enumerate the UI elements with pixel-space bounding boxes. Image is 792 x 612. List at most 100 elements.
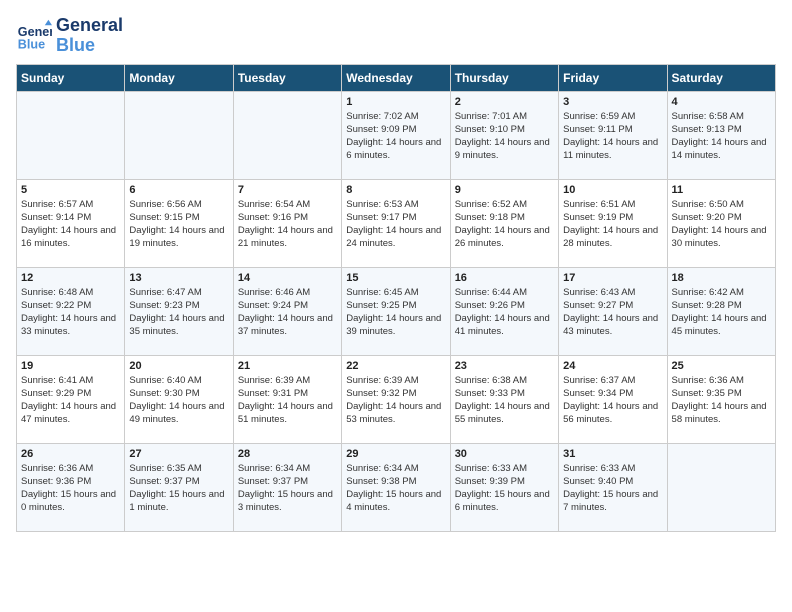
calendar-day-29: 29 Sunrise: 6:34 AM Sunset: 9:38 PM Dayli… xyxy=(342,443,450,531)
day-info: Sunrise: 6:36 AM Sunset: 9:35 PM Dayligh… xyxy=(672,374,771,427)
day-info: Sunrise: 6:48 AM Sunset: 9:22 PM Dayligh… xyxy=(21,286,120,339)
day-info: Sunrise: 6:59 AM Sunset: 9:11 PM Dayligh… xyxy=(563,110,662,163)
day-number: 4 xyxy=(672,96,771,108)
weekday-header-saturday: Saturday xyxy=(667,64,775,91)
day-info: Sunrise: 6:46 AM Sunset: 9:24 PM Dayligh… xyxy=(238,286,337,339)
day-number: 6 xyxy=(129,184,228,196)
day-number: 2 xyxy=(455,96,554,108)
empty-day-cell xyxy=(17,91,125,179)
calendar-day-13: 13 Sunrise: 6:47 AM Sunset: 9:23 PM Dayli… xyxy=(125,267,233,355)
calendar-day-28: 28 Sunrise: 6:34 AM Sunset: 9:37 PM Dayli… xyxy=(233,443,341,531)
day-number: 7 xyxy=(238,184,337,196)
day-number: 14 xyxy=(238,272,337,284)
weekday-header-friday: Friday xyxy=(559,64,667,91)
day-number: 9 xyxy=(455,184,554,196)
day-info: Sunrise: 6:43 AM Sunset: 9:27 PM Dayligh… xyxy=(563,286,662,339)
day-number: 10 xyxy=(563,184,662,196)
day-number: 16 xyxy=(455,272,554,284)
day-number: 24 xyxy=(563,360,662,372)
calendar-day-9: 9 Sunrise: 6:52 AM Sunset: 9:18 PM Daylig… xyxy=(450,179,558,267)
calendar-day-16: 16 Sunrise: 6:44 AM Sunset: 9:26 PM Dayli… xyxy=(450,267,558,355)
day-info: Sunrise: 6:52 AM Sunset: 9:18 PM Dayligh… xyxy=(455,198,554,251)
day-number: 11 xyxy=(672,184,771,196)
day-info: Sunrise: 6:56 AM Sunset: 9:15 PM Dayligh… xyxy=(129,198,228,251)
calendar-day-20: 20 Sunrise: 6:40 AM Sunset: 9:30 PM Dayli… xyxy=(125,355,233,443)
day-number: 27 xyxy=(129,448,228,460)
day-info: Sunrise: 6:34 AM Sunset: 9:37 PM Dayligh… xyxy=(238,462,337,515)
day-number: 13 xyxy=(129,272,228,284)
calendar-day-22: 22Sunrise: 6:39 AM Sunset: 9:32 PM Dayli… xyxy=(342,355,450,443)
calendar-day-27: 27Sunrise: 6:35 AM Sunset: 9:37 PM Dayli… xyxy=(125,443,233,531)
day-info: Sunrise: 6:34 AM Sunset: 9:38 PM Dayligh… xyxy=(346,462,445,515)
day-number: 15 xyxy=(346,272,445,284)
calendar-week-row: 19 Sunrise: 6:41 AM Sunset: 9:29 PM Dayli… xyxy=(17,355,776,443)
day-number: 28 xyxy=(238,448,337,460)
calendar-week-row: 26Sunrise: 6:36 AM Sunset: 9:36 PM Dayli… xyxy=(17,443,776,531)
day-number: 26 xyxy=(21,448,120,460)
calendar-day-5: 5 Sunrise: 6:57 AM Sunset: 9:14 PM Daylig… xyxy=(17,179,125,267)
calendar-day-21: 21 Sunrise: 6:39 AM Sunset: 9:31 PM Dayli… xyxy=(233,355,341,443)
day-number: 21 xyxy=(238,360,337,372)
day-info: Sunrise: 6:54 AM Sunset: 9:16 PM Dayligh… xyxy=(238,198,337,251)
day-info: Sunrise: 6:33 AM Sunset: 9:39 PM Dayligh… xyxy=(455,462,554,515)
day-info: Sunrise: 6:37 AM Sunset: 9:34 PM Dayligh… xyxy=(563,374,662,427)
calendar-day-30: 30 Sunrise: 6:33 AM Sunset: 9:39 PM Dayli… xyxy=(450,443,558,531)
day-number: 25 xyxy=(672,360,771,372)
day-number: 23 xyxy=(455,360,554,372)
svg-text:Blue: Blue xyxy=(18,37,45,51)
calendar-table: SundayMondayTuesdayWednesdayThursdayFrid… xyxy=(16,64,776,532)
calendar-day-14: 14 Sunrise: 6:46 AM Sunset: 9:24 PM Dayli… xyxy=(233,267,341,355)
page-header: General Blue GeneralBlue xyxy=(16,16,776,56)
day-info: Sunrise: 6:53 AM Sunset: 9:17 PM Dayligh… xyxy=(346,198,445,251)
day-info: Sunrise: 6:50 AM Sunset: 9:20 PM Dayligh… xyxy=(672,198,771,251)
day-number: 18 xyxy=(672,272,771,284)
day-info: Sunrise: 7:01 AM Sunset: 9:10 PM Dayligh… xyxy=(455,110,554,163)
day-number: 5 xyxy=(21,184,120,196)
day-number: 20 xyxy=(129,360,228,372)
day-info: Sunrise: 7:02 AM Sunset: 9:09 PM Dayligh… xyxy=(346,110,445,163)
day-info: Sunrise: 6:57 AM Sunset: 9:14 PM Dayligh… xyxy=(21,198,120,251)
day-info: Sunrise: 6:33 AM Sunset: 9:40 PM Dayligh… xyxy=(563,462,662,515)
calendar-day-1: 1Sunrise: 7:02 AM Sunset: 9:09 PM Daylig… xyxy=(342,91,450,179)
day-info: Sunrise: 6:47 AM Sunset: 9:23 PM Dayligh… xyxy=(129,286,228,339)
calendar-day-12: 12 Sunrise: 6:48 AM Sunset: 9:22 PM Dayli… xyxy=(17,267,125,355)
calendar-day-19: 19 Sunrise: 6:41 AM Sunset: 9:29 PM Dayli… xyxy=(17,355,125,443)
day-info: Sunrise: 6:40 AM Sunset: 9:30 PM Dayligh… xyxy=(129,374,228,427)
calendar-week-row: 5 Sunrise: 6:57 AM Sunset: 9:14 PM Daylig… xyxy=(17,179,776,267)
day-info: Sunrise: 6:41 AM Sunset: 9:29 PM Dayligh… xyxy=(21,374,120,427)
day-number: 12 xyxy=(21,272,120,284)
day-number: 17 xyxy=(563,272,662,284)
day-number: 29 xyxy=(346,448,445,460)
calendar-day-17: 17 Sunrise: 6:43 AM Sunset: 9:27 PM Dayli… xyxy=(559,267,667,355)
calendar-day-25: 25 Sunrise: 6:36 AM Sunset: 9:35 PM Dayli… xyxy=(667,355,775,443)
day-number: 8 xyxy=(346,184,445,196)
weekday-header-monday: Monday xyxy=(125,64,233,91)
calendar-week-row: 1Sunrise: 7:02 AM Sunset: 9:09 PM Daylig… xyxy=(17,91,776,179)
calendar-day-7: 7 Sunrise: 6:54 AM Sunset: 9:16 PM Daylig… xyxy=(233,179,341,267)
day-info: Sunrise: 6:39 AM Sunset: 9:31 PM Dayligh… xyxy=(238,374,337,427)
calendar-day-23: 23 Sunrise: 6:38 AM Sunset: 9:33 PM Dayli… xyxy=(450,355,558,443)
calendar-day-10: 10Sunrise: 6:51 AM Sunset: 9:19 PM Dayli… xyxy=(559,179,667,267)
logo: General Blue GeneralBlue xyxy=(16,16,123,56)
calendar-day-6: 6 Sunrise: 6:56 AM Sunset: 9:15 PM Daylig… xyxy=(125,179,233,267)
day-info: Sunrise: 6:44 AM Sunset: 9:26 PM Dayligh… xyxy=(455,286,554,339)
weekday-header-wednesday: Wednesday xyxy=(342,64,450,91)
day-info: Sunrise: 6:38 AM Sunset: 9:33 PM Dayligh… xyxy=(455,374,554,427)
weekday-header-thursday: Thursday xyxy=(450,64,558,91)
day-info: Sunrise: 6:58 AM Sunset: 9:13 PM Dayligh… xyxy=(672,110,771,163)
day-info: Sunrise: 6:42 AM Sunset: 9:28 PM Dayligh… xyxy=(672,286,771,339)
day-number: 30 xyxy=(455,448,554,460)
empty-day-cell xyxy=(667,443,775,531)
calendar-day-4: 4 Sunrise: 6:58 AM Sunset: 9:13 PM Daylig… xyxy=(667,91,775,179)
weekday-header-row: SundayMondayTuesdayWednesdayThursdayFrid… xyxy=(17,64,776,91)
day-info: Sunrise: 6:39 AM Sunset: 9:32 PM Dayligh… xyxy=(346,374,445,427)
empty-day-cell xyxy=(233,91,341,179)
day-number: 19 xyxy=(21,360,120,372)
logo-icon: General Blue xyxy=(16,18,52,54)
calendar-day-31: 31 Sunrise: 6:33 AM Sunset: 9:40 PM Dayli… xyxy=(559,443,667,531)
calendar-day-8: 8 Sunrise: 6:53 AM Sunset: 9:17 PM Daylig… xyxy=(342,179,450,267)
calendar-day-3: 3 Sunrise: 6:59 AM Sunset: 9:11 PM Daylig… xyxy=(559,91,667,179)
day-number: 3 xyxy=(563,96,662,108)
weekday-header-tuesday: Tuesday xyxy=(233,64,341,91)
day-number: 31 xyxy=(563,448,662,460)
